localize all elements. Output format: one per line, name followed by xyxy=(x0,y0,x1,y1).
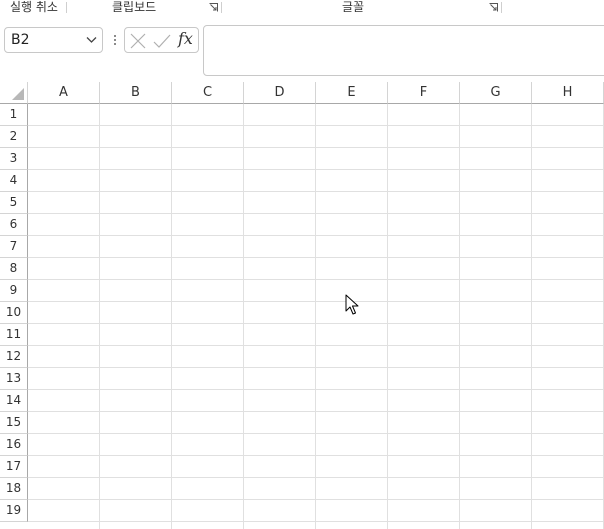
row-header-2[interactable]: 2 xyxy=(0,126,28,148)
row-header-3[interactable]: 3 xyxy=(0,148,28,170)
ribbon-divider xyxy=(221,2,222,13)
row-header-10[interactable]: 10 xyxy=(0,302,28,324)
name-box-value: B2 xyxy=(11,32,30,48)
column-header-a[interactable]: A xyxy=(28,82,100,104)
chevron-down-icon[interactable] xyxy=(86,36,97,44)
row-header-9[interactable]: 9 xyxy=(0,280,28,302)
select-all-triangle-icon xyxy=(12,88,24,100)
row-header-15[interactable]: 15 xyxy=(0,412,28,434)
undo-group-label: 실행 취소 xyxy=(10,0,58,14)
select-all-button[interactable] xyxy=(0,82,28,104)
row-header-19[interactable]: 19 xyxy=(0,500,28,522)
row-header-17[interactable]: 17 xyxy=(0,456,28,478)
font-group-label: 글꼴 xyxy=(342,0,365,14)
enter-check-icon[interactable] xyxy=(153,33,171,49)
ribbon-divider xyxy=(66,2,67,13)
cell-area[interactable] xyxy=(28,104,604,529)
row-header-5[interactable]: 5 xyxy=(0,192,28,214)
formula-buttons: fx xyxy=(124,27,199,53)
row-header-8[interactable]: 8 xyxy=(0,258,28,280)
row-header-14[interactable]: 14 xyxy=(0,390,28,412)
row-header-7[interactable]: 7 xyxy=(0,236,28,258)
row-header-16[interactable]: 16 xyxy=(0,434,28,456)
row-header-1[interactable]: 1 xyxy=(0,104,28,126)
row-header-12[interactable]: 12 xyxy=(0,346,28,368)
ribbon-divider xyxy=(501,2,502,13)
spreadsheet-grid: A B C D E F G H 1 2 3 4 5 6 7 8 9 10 11 … xyxy=(0,82,604,529)
name-box[interactable]: B2 xyxy=(4,27,103,53)
column-header-g[interactable]: G xyxy=(460,82,532,104)
row-header-4[interactable]: 4 xyxy=(0,170,28,192)
column-header-f[interactable]: F xyxy=(388,82,460,104)
row-header-6[interactable]: 6 xyxy=(0,214,28,236)
cancel-x-icon[interactable] xyxy=(129,33,147,49)
column-header-c[interactable]: C xyxy=(172,82,244,104)
ribbon-group-labels: 실행 취소 클립보드 글꼴 xyxy=(0,0,604,16)
column-header-d[interactable]: D xyxy=(244,82,316,104)
column-header-b[interactable]: B xyxy=(100,82,172,104)
row-header-11[interactable]: 11 xyxy=(0,324,28,346)
formula-input[interactable] xyxy=(203,25,604,76)
row-header-18[interactable]: 18 xyxy=(0,478,28,500)
mouse-pointer-icon xyxy=(345,294,359,315)
insert-function-button[interactable]: fx xyxy=(178,29,193,48)
clipboard-launcher-icon[interactable] xyxy=(209,3,218,12)
font-launcher-icon[interactable] xyxy=(489,3,498,12)
more-options-icon[interactable] xyxy=(113,32,117,48)
column-header-h[interactable]: H xyxy=(532,82,604,104)
column-header-e[interactable]: E xyxy=(316,82,388,104)
row-header-13[interactable]: 13 xyxy=(0,368,28,390)
clipboard-group-label: 클립보드 xyxy=(112,0,157,14)
